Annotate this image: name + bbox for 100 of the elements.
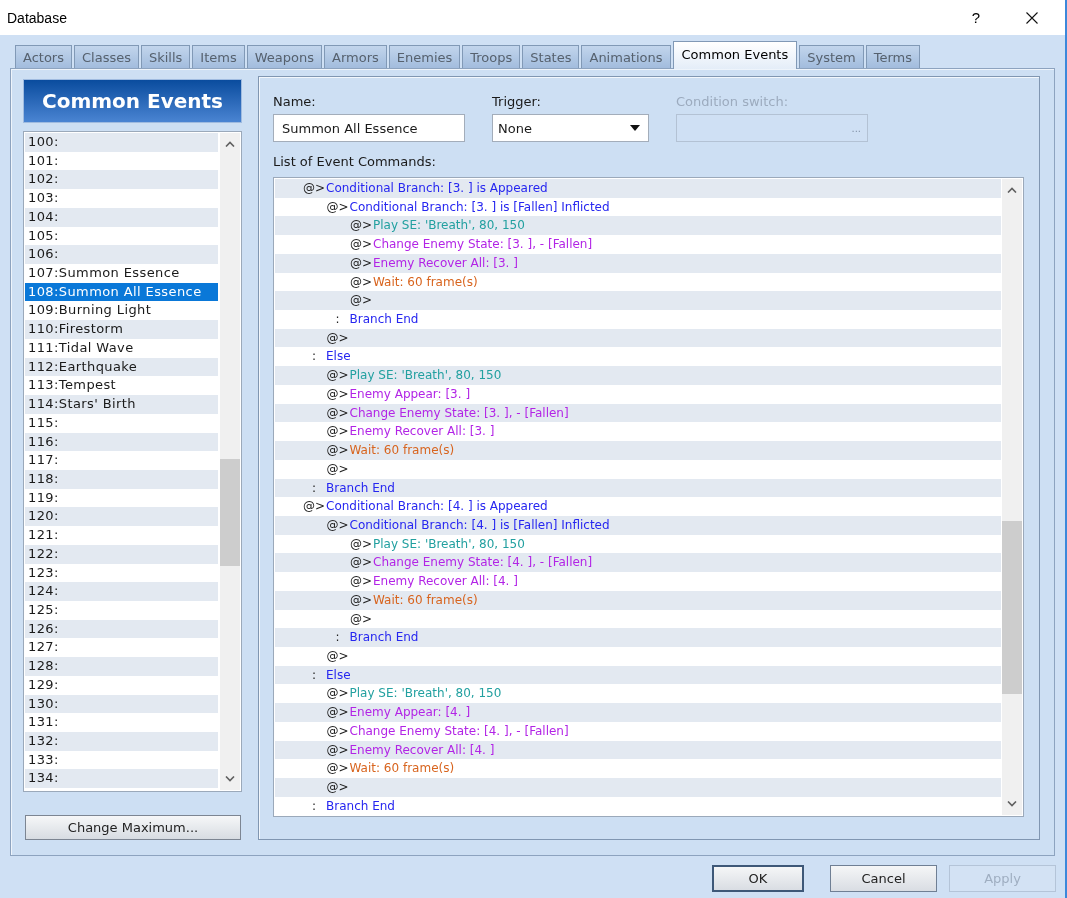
command-row[interactable]: @>Enemy Appear: [4. ] bbox=[275, 703, 1001, 722]
event-list-item[interactable]: 105: bbox=[25, 226, 218, 246]
tab[interactable]: States bbox=[522, 45, 580, 68]
event-list-item[interactable]: 108:Summon All Essence bbox=[25, 282, 218, 302]
command-row[interactable]: @>Wait: 60 frame(s) bbox=[275, 759, 1001, 778]
event-list-item[interactable]: 100: bbox=[25, 133, 218, 152]
event-list-item[interactable]: 104: bbox=[25, 207, 218, 227]
event-list-item[interactable]: 116: bbox=[25, 432, 218, 452]
command-row[interactable]: @>Change Enemy State: [4. ], - [Fallen] bbox=[275, 553, 1001, 573]
event-list-item[interactable]: 113:Tempest bbox=[25, 376, 218, 396]
event-list-item[interactable]: 117: bbox=[25, 451, 218, 470]
event-list-item[interactable]: 107:Summon Essence bbox=[25, 264, 218, 283]
command-row[interactable]: @> bbox=[275, 646, 1001, 666]
tab[interactable]: Armors bbox=[324, 45, 387, 68]
event-list-item[interactable]: 110:Firestorm bbox=[25, 320, 218, 339]
event-list-item[interactable]: 119: bbox=[25, 488, 218, 508]
command-row[interactable]: @>Change Enemy State: [4. ], - [Fallen] bbox=[275, 721, 1001, 741]
scroll-down-icon[interactable] bbox=[225, 776, 235, 782]
command-row[interactable]: : Branch End bbox=[275, 478, 1001, 498]
event-list-item[interactable]: 124: bbox=[25, 582, 218, 601]
tab[interactable]: Troops bbox=[462, 45, 521, 68]
command-row[interactable]: : Branch End bbox=[275, 796, 1001, 816]
command-row[interactable]: @>Change Enemy State: [3. ], - [Fallen] bbox=[275, 235, 1001, 254]
event-list-item[interactable]: 120: bbox=[25, 507, 218, 527]
command-row[interactable]: @>Enemy Recover All: [4. ] bbox=[275, 740, 1001, 760]
tab[interactable]: Terms bbox=[865, 45, 921, 68]
command-row[interactable]: @> bbox=[275, 609, 1001, 629]
command-row[interactable]: @>Play SE: 'Breath', 80, 150 bbox=[275, 684, 1001, 704]
event-list-item[interactable]: 125: bbox=[25, 600, 218, 620]
event-list-item[interactable]: 122: bbox=[25, 544, 218, 564]
command-row[interactable]: @>Play SE: 'Breath', 80, 150 bbox=[275, 534, 1001, 554]
scroll-down-icon[interactable] bbox=[1007, 801, 1017, 807]
close-icon[interactable] bbox=[1026, 11, 1038, 24]
event-list-item[interactable]: 101: bbox=[25, 151, 218, 171]
event-list-item[interactable]: 102: bbox=[25, 170, 218, 190]
change-maximum-button[interactable]: Change Maximum... bbox=[25, 815, 241, 840]
tab[interactable]: Enemies bbox=[388, 45, 461, 68]
event-list-item[interactable]: 127: bbox=[25, 638, 218, 658]
tab[interactable]: Skills bbox=[140, 45, 191, 68]
command-row[interactable]: @>Play SE: 'Breath', 80, 150 bbox=[275, 366, 1001, 385]
event-list-item[interactable]: 134: bbox=[25, 769, 218, 789]
command-row[interactable]: : Else bbox=[275, 665, 1001, 685]
event-list-item[interactable]: 132: bbox=[25, 732, 218, 751]
section-header: Common Events bbox=[23, 79, 242, 123]
event-list-item[interactable]: 115: bbox=[25, 413, 218, 433]
command-row[interactable]: @>Enemy Recover All: [4. ] bbox=[275, 572, 1001, 591]
tab[interactable]: Actors bbox=[15, 45, 72, 68]
event-list-item[interactable]: 121: bbox=[25, 526, 218, 545]
scroll-up-icon[interactable] bbox=[225, 141, 235, 147]
tab[interactable]: System bbox=[799, 45, 864, 68]
event-list-item[interactable]: 106: bbox=[25, 245, 218, 265]
tab[interactable]: Items bbox=[192, 45, 245, 68]
list-label: List of Event Commands: bbox=[273, 154, 437, 170]
command-row[interactable]: @>Play SE: 'Breath', 80, 150 bbox=[275, 216, 1001, 236]
command-row[interactable]: : Branch End bbox=[275, 310, 1001, 329]
command-row[interactable]: : Branch End bbox=[275, 628, 1001, 647]
event-list-item[interactable]: 118: bbox=[25, 469, 218, 489]
event-list-item[interactable]: 133: bbox=[25, 750, 218, 770]
command-row[interactable]: @>Conditional Branch: [3. ] is Appeared bbox=[275, 179, 1001, 198]
command-row[interactable]: @> bbox=[275, 778, 1001, 797]
command-row[interactable]: @> bbox=[275, 291, 1001, 311]
command-row[interactable]: @> bbox=[275, 328, 1001, 348]
command-row[interactable]: @>Enemy Recover All: [3. ] bbox=[275, 422, 1001, 442]
command-row[interactable]: @>Conditional Branch: [3. ] is [Fallen] Inflicted bbox=[275, 197, 1001, 217]
event-list-item[interactable]: 130: bbox=[25, 694, 218, 714]
scrollbar-thumb[interactable] bbox=[1002, 521, 1022, 694]
command-row[interactable]: : Else bbox=[275, 347, 1001, 367]
event-list-item[interactable]: 131: bbox=[25, 713, 218, 732]
command-row[interactable]: @>Enemy Recover All: [3. ] bbox=[275, 253, 1001, 273]
field-label: Trigger: bbox=[492, 94, 542, 110]
command-row[interactable]: @>Wait: 60 frame(s) bbox=[275, 272, 1001, 292]
event-list-item[interactable]: 129: bbox=[25, 675, 218, 695]
command-row[interactable]: @>Enemy Appear: [3. ] bbox=[275, 384, 1001, 404]
trigger-dropdown[interactable]: None bbox=[492, 114, 649, 142]
command-row[interactable]: @>Wait: 60 frame(s) bbox=[275, 590, 1001, 610]
event-list-item[interactable]: 126: bbox=[25, 619, 218, 639]
command-row[interactable]: @>Conditional Branch: [4. ] is Appeared bbox=[275, 497, 1001, 516]
scroll-up-icon[interactable] bbox=[1007, 187, 1017, 193]
command-row[interactable]: @>Conditional Branch: [4. ] is [Fallen] Inflicted bbox=[275, 515, 1001, 535]
dialog-button[interactable]: OK bbox=[712, 865, 804, 892]
event-list-item[interactable]: 128: bbox=[25, 657, 218, 676]
event-list-item[interactable]: 111:Tidal Wave bbox=[25, 338, 218, 358]
scrollbar-thumb[interactable] bbox=[220, 459, 240, 566]
tab[interactable]: Common Events bbox=[672, 41, 798, 69]
event-list-item[interactable]: 114:Stars' Birth bbox=[25, 395, 218, 414]
event-list-item[interactable]: 109:Burning Light bbox=[25, 301, 218, 321]
event-list-item[interactable]: 123: bbox=[25, 563, 218, 583]
command-row[interactable]: @> bbox=[275, 459, 1001, 479]
dialog-button[interactable]: Cancel bbox=[830, 865, 937, 892]
window-title: Database bbox=[6, 9, 68, 26]
tab[interactable]: Animations bbox=[581, 45, 671, 68]
event-list-item[interactable]: 112:Earthquake bbox=[25, 357, 218, 377]
command-row[interactable]: @>Change Enemy State: [3. ], - [Fallen] bbox=[275, 403, 1001, 423]
help-button[interactable]: ? bbox=[971, 9, 980, 26]
command-row[interactable]: @>Wait: 60 frame(s) bbox=[275, 441, 1001, 460]
tab[interactable]: Weapons bbox=[246, 45, 322, 68]
field-label: Name: bbox=[273, 94, 317, 110]
name-input[interactable]: Summon All Essence bbox=[273, 114, 465, 142]
tab[interactable]: Classes bbox=[74, 45, 139, 68]
event-list-item[interactable]: 103: bbox=[25, 189, 218, 208]
